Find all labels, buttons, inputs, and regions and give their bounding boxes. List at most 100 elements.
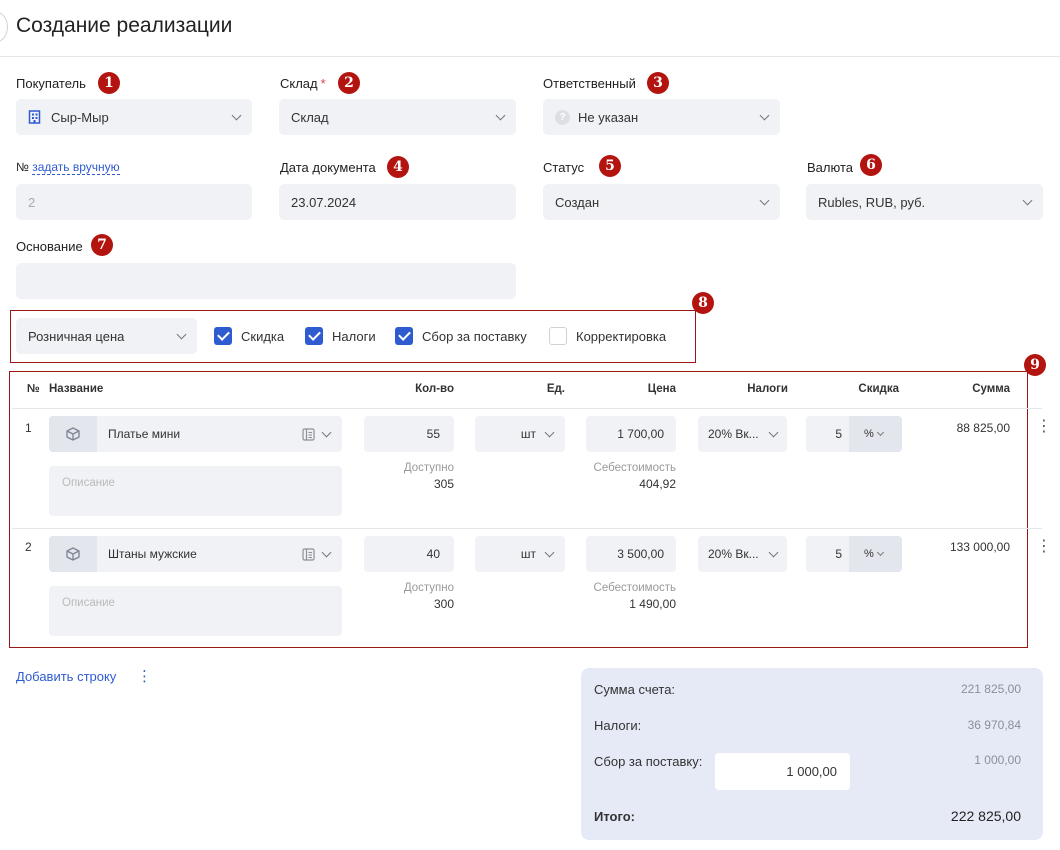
marker-badge-1: 1 (98, 72, 120, 94)
chevron-down-icon (231, 110, 242, 120)
row-number: 1 (25, 421, 32, 435)
qty-input[interactable]: 55 (364, 416, 454, 452)
chevron-down-icon (768, 547, 779, 557)
available-value: 305 (433, 477, 454, 491)
discount-value: 5 (835, 547, 842, 561)
chevron-down-icon (544, 547, 555, 557)
checkbox-checked-icon (305, 327, 323, 345)
status-select[interactable]: Создан (543, 184, 780, 220)
chevron-down-icon (768, 427, 779, 437)
column-header-unit: Ед. (546, 383, 565, 395)
add-row-button[interactable]: Добавить строку (16, 669, 116, 684)
description-field[interactable]: Описание (49, 586, 342, 636)
checkbox-checked-icon (214, 327, 232, 345)
buyer-label: Покупатель (16, 76, 86, 91)
responsible-label: Ответственный (543, 76, 636, 91)
chevron-down-icon (759, 195, 770, 205)
status-label: Статус (543, 160, 585, 175)
price-type-select[interactable]: Розничная цена (16, 318, 197, 354)
delivery-fee-label: Сбор за поставку: (594, 754, 703, 769)
taxes-total-label: Налоги: (594, 718, 642, 733)
product-select[interactable]: Платье мини (49, 416, 342, 452)
row-menu-icon[interactable]: ⋮ (1036, 419, 1052, 435)
warehouse-select[interactable]: Склад (279, 99, 516, 135)
price-input[interactable]: 3 500,00 (586, 536, 676, 572)
number-placeholder: 2 (28, 194, 36, 210)
column-header-discount: Скидка (858, 383, 899, 395)
unit-select[interactable]: шт (475, 536, 565, 572)
description-field[interactable]: Описание (49, 466, 342, 516)
currency-select[interactable]: Rubles, RUB, руб. (806, 184, 1043, 220)
product-name: Штаны мужские (108, 547, 197, 561)
chevron-down-icon (1022, 195, 1033, 205)
buyer-value: Сыр-Мыр (51, 109, 109, 125)
page-title: Создание реализации (16, 14, 233, 37)
catalog-icon[interactable] (302, 547, 315, 561)
price-type-value: Розничная цена (28, 328, 125, 344)
marker-badge-4: 4 (387, 156, 409, 178)
product-select[interactable]: Штаны мужские (49, 536, 342, 572)
number-label: № задать вручную (16, 160, 120, 175)
number-field[interactable]: 2 (16, 184, 252, 220)
doc-date-label: Дата документа (280, 160, 376, 175)
responsible-select[interactable]: ? Не указан (543, 99, 780, 135)
unit-select[interactable]: шт (475, 416, 565, 452)
warehouse-value: Склад (291, 109, 329, 125)
row-sum: 133 000,00 (949, 540, 1010, 554)
checkbox-empty-icon (549, 327, 567, 345)
cost-label: Себестоимость (593, 462, 676, 474)
more-actions-icon[interactable]: ⋮ (137, 669, 152, 685)
discount-checkbox[interactable]: Скидка (214, 327, 284, 345)
cost-value: 404,92 (639, 477, 676, 491)
chevron-down-icon (321, 427, 332, 437)
column-header-num: № (27, 383, 40, 395)
status-value: Создан (555, 194, 600, 210)
column-header-sum: Сумма (972, 383, 1010, 395)
invoice-sum-label: Сумма счета: (594, 682, 676, 697)
marker-badge-2: 2 (338, 72, 360, 94)
delivery-fee-value: 1 000,00 (974, 753, 1021, 767)
doc-date-field[interactable]: 23.07.2024 (279, 184, 516, 220)
box-icon (49, 416, 97, 452)
cost-value: 1 490,00 (629, 597, 676, 611)
chevron-down-icon (876, 428, 884, 436)
marker-badge-6: 6 (860, 154, 882, 176)
correction-checkbox[interactable]: Корректировка (549, 327, 666, 345)
discount-unit-select[interactable]: % (849, 536, 902, 572)
price-input[interactable]: 1 700,00 (586, 416, 676, 452)
back-button[interactable] (0, 12, 8, 42)
row-menu-icon[interactable]: ⋮ (1036, 539, 1052, 555)
taxes-total-value: 36 970,84 (967, 718, 1021, 732)
discount-input[interactable]: 5 % (806, 416, 902, 452)
column-header-name: Название (49, 383, 104, 395)
delivery-fee-input[interactable]: 1 000,00 (715, 753, 850, 790)
discount-input[interactable]: 5 % (806, 536, 902, 572)
available-label: Доступно (403, 582, 454, 594)
grand-total-label: Итого: (594, 809, 635, 824)
warehouse-label: Склад * (280, 76, 326, 91)
marker-badge-5: 5 (599, 155, 621, 177)
page-header: Создание реализации (0, 0, 1060, 57)
chevron-down-icon (321, 547, 332, 557)
column-header-qty: Кол-во (415, 383, 454, 395)
basis-field[interactable] (16, 263, 516, 299)
catalog-icon[interactable] (302, 427, 315, 441)
tax-select[interactable]: 20% Вк... (698, 416, 787, 452)
tax-select[interactable]: 20% Вк... (698, 536, 787, 572)
buyer-select[interactable]: Сыр-Мыр (16, 99, 252, 135)
qty-input[interactable]: 40 (364, 536, 454, 572)
marker-badge-8: 8 (692, 292, 714, 314)
discount-value: 5 (835, 427, 842, 441)
delivery-fee-checkbox[interactable]: Сбор за поставку (395, 327, 527, 345)
discount-unit-select[interactable]: % (849, 416, 902, 452)
column-header-taxes: Налоги (747, 383, 788, 395)
chevron-down-icon (876, 548, 884, 556)
set-manually-link[interactable]: задать вручную (32, 160, 120, 175)
doc-date-value: 23.07.2024 (291, 194, 357, 210)
taxes-checkbox[interactable]: Налоги (305, 327, 376, 345)
chevron-down-icon (544, 427, 555, 437)
invoice-sum-value: 221 825,00 (960, 682, 1021, 696)
marker-badge-3: 3 (647, 72, 669, 94)
chevron-down-icon (495, 110, 506, 120)
available-label: Доступно (403, 462, 454, 474)
